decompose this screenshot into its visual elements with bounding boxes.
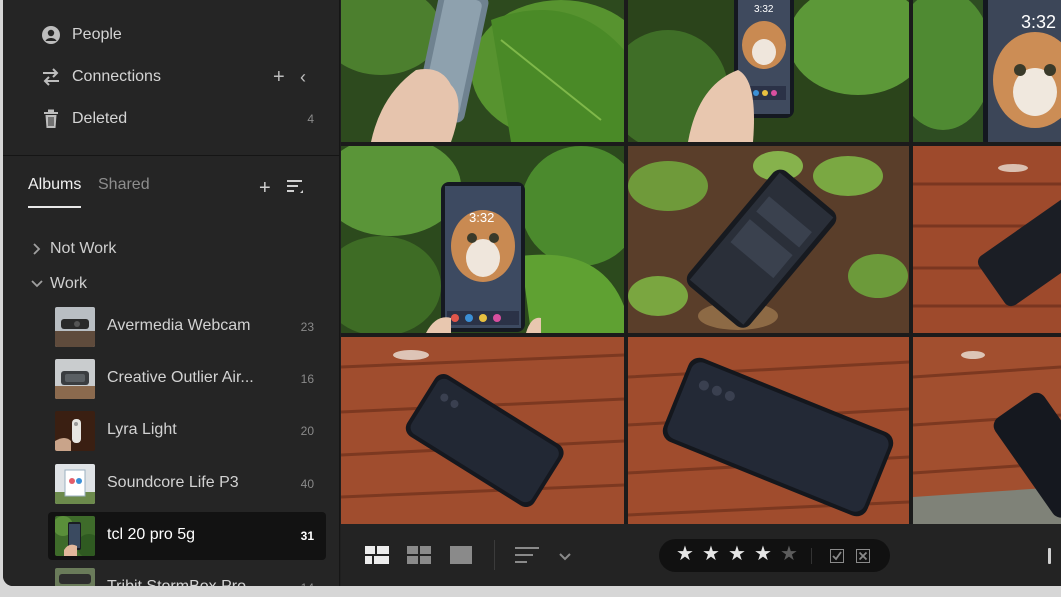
photo-tile[interactable]	[913, 337, 1061, 524]
album-count: 40	[300, 477, 314, 491]
connections-arrows-icon	[41, 67, 61, 87]
album-count: 16	[300, 372, 314, 386]
app-window: People Connections + ‹ Deleted 4 Albums …	[3, 0, 1061, 586]
group-label: Not Work	[50, 240, 117, 257]
rating-flag-bar: ★ ★ ★ ★ ★	[659, 539, 890, 572]
add-connection-icon[interactable]: +	[273, 67, 285, 87]
add-album-icon[interactable]: +	[259, 178, 271, 200]
star-icon[interactable]: ★	[728, 544, 746, 564]
trash-icon	[41, 109, 61, 129]
album-count: 20	[300, 424, 314, 438]
pill-divider	[811, 548, 812, 564]
album-item[interactable]: Creative Outlier Air... 16	[48, 355, 326, 403]
photo-tile[interactable]	[628, 337, 909, 524]
group-label: Work	[50, 275, 88, 292]
bottom-toolbar: ★ ★ ★ ★ ★	[341, 524, 1061, 586]
photo-tile[interactable]: 3:32	[341, 146, 624, 333]
star-icon[interactable]: ★	[702, 544, 720, 564]
chevron-left-icon[interactable]: ‹	[300, 68, 306, 86]
photo-grid: 3:32 3:32 3:32	[341, 0, 1061, 524]
star-empty-icon[interactable]: ★	[780, 544, 798, 564]
person-circle-icon	[41, 25, 61, 45]
album-item[interactable]: Avermedia Webcam 23	[48, 303, 326, 351]
chevron-right-icon	[33, 243, 41, 255]
nav-label: Connections	[72, 68, 161, 85]
album-item[interactable]: Tribit StormBox Pro 14	[48, 564, 326, 586]
sort-menu-icon[interactable]	[515, 546, 541, 569]
album-label: Lyra Light	[107, 421, 177, 438]
album-label: Soundcore Life P3	[107, 474, 239, 491]
photo-tile[interactable]	[628, 146, 909, 333]
tab-shared[interactable]: Shared	[98, 176, 150, 194]
photo-tile[interactable]	[913, 146, 1061, 333]
deleted-count: 4	[307, 112, 314, 126]
nav-label: Deleted	[72, 110, 128, 127]
album-thumbnail	[55, 516, 95, 556]
nav-item-connections[interactable]: Connections + ‹	[3, 60, 340, 94]
flag-pick-icon[interactable]	[830, 549, 844, 563]
photo-tile[interactable]	[341, 337, 624, 524]
album-item-selected[interactable]: tcl 20 pro 5g 31	[48, 512, 326, 560]
chevron-down-icon[interactable]	[558, 549, 572, 567]
album-thumbnail	[55, 464, 95, 504]
lockscreen-clock: 3:32	[754, 4, 774, 15]
lockscreen-clock: 3:32	[1021, 12, 1056, 32]
photo-tile[interactable]: 3:32	[628, 0, 909, 142]
album-count: 23	[300, 320, 314, 334]
nav-item-deleted[interactable]: Deleted 4	[3, 102, 340, 136]
panel-toggle-handle[interactable]	[1048, 548, 1051, 564]
lockscreen-clock: 3:32	[469, 210, 494, 225]
single-view-icon[interactable]	[450, 546, 472, 569]
sidebar: People Connections + ‹ Deleted 4 Albums …	[3, 0, 340, 586]
nav-item-people[interactable]: People	[3, 18, 340, 52]
star-icon[interactable]: ★	[676, 544, 694, 564]
photo-tile[interactable]: 3:32	[913, 0, 1061, 142]
chevron-down-icon	[31, 280, 43, 288]
album-count: 31	[300, 529, 314, 543]
grid-view-icon[interactable]	[407, 546, 431, 569]
album-thumbnail	[55, 568, 95, 586]
nav-label: People	[72, 26, 122, 43]
square-grid-view-icon[interactable]	[365, 546, 389, 569]
album-thumbnail	[55, 359, 95, 399]
album-item[interactable]: Lyra Light 20	[48, 407, 326, 455]
toolbar-divider	[494, 540, 495, 570]
flag-reject-icon[interactable]	[856, 549, 870, 563]
group-work[interactable]: Work	[3, 269, 340, 299]
album-label: tcl 20 pro 5g	[107, 526, 196, 543]
album-count: 14	[301, 581, 314, 586]
album-thumbnail	[55, 307, 95, 347]
album-actions: +	[259, 178, 305, 200]
photo-tile[interactable]	[341, 0, 624, 142]
divider	[3, 155, 340, 156]
group-not-work[interactable]: Not Work	[3, 234, 340, 264]
tab-albums[interactable]: Albums	[28, 176, 82, 208]
sort-icon[interactable]	[285, 178, 305, 200]
album-thumbnail	[55, 411, 95, 451]
album-label: Avermedia Webcam	[107, 317, 251, 334]
album-item[interactable]: Soundcore Life P3 40	[48, 460, 326, 508]
album-label: Tribit StormBox Pro	[107, 578, 246, 586]
star-icon[interactable]: ★	[754, 544, 772, 564]
album-label: Creative Outlier Air...	[107, 369, 254, 386]
